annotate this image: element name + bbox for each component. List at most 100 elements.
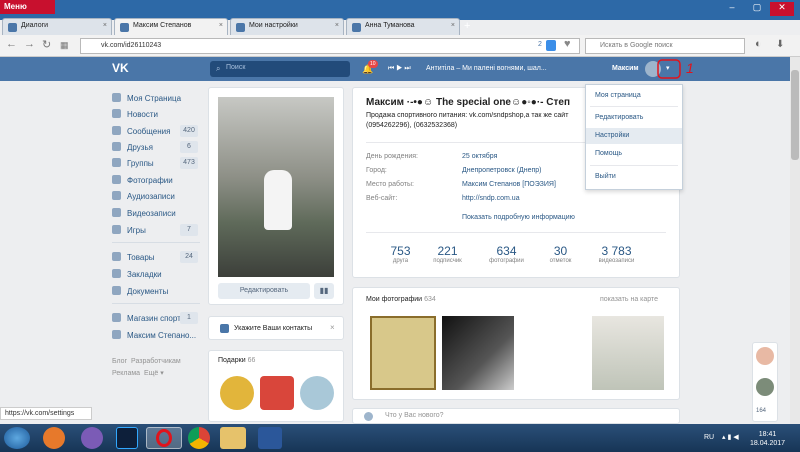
footer-links-2: Реклама Ещё ▾ bbox=[112, 370, 164, 377]
bag-icon bbox=[112, 252, 121, 261]
nav-my-page[interactable]: Моя Страница bbox=[112, 93, 181, 103]
start-button-icon[interactable] bbox=[4, 427, 30, 449]
friends-count: 6 bbox=[180, 141, 198, 153]
field-value-work[interactable]: Максим Степанов [ПОЭЗИЯ] bbox=[462, 181, 556, 188]
profile-status-line1[interactable]: Продажа спортивного питания: vk.com/sndp… bbox=[366, 112, 586, 119]
nav-photos[interactable]: Фотографии bbox=[112, 175, 173, 185]
footer-link-developers[interactable]: Разработчикам bbox=[131, 358, 181, 365]
gift-snowglobe-icon[interactable] bbox=[300, 376, 334, 410]
group-icon bbox=[112, 313, 121, 322]
field-label: Город: bbox=[366, 167, 387, 174]
menu-divider bbox=[590, 165, 678, 166]
stats-icon[interactable]: ▮▮ bbox=[314, 283, 334, 299]
chrome-taskbar-icon[interactable] bbox=[188, 427, 210, 449]
info-divider bbox=[366, 232, 666, 233]
footer-links: Блог Разработчикам bbox=[112, 358, 181, 365]
menu-item-logout[interactable]: Выйти bbox=[595, 173, 616, 180]
nav-friends[interactable]: Друзья bbox=[112, 142, 153, 152]
stat-tags[interactable]: 30 отметок bbox=[533, 244, 588, 264]
gift-box-icon[interactable] bbox=[260, 376, 294, 410]
chat-avatar-1[interactable] bbox=[756, 347, 774, 365]
language-indicator[interactable]: RU bbox=[704, 434, 714, 441]
nav-goods[interactable]: Товары bbox=[112, 252, 155, 262]
nav-shop-group[interactable]: Магазин спорт... bbox=[112, 313, 187, 323]
nav-label: Новости bbox=[127, 110, 158, 119]
nav-label: Сообщения bbox=[127, 127, 171, 136]
goods-count: 24 bbox=[180, 251, 198, 263]
nav-public-page[interactable]: Максим Степано... bbox=[112, 330, 196, 340]
stat-photos[interactable]: 634 фотографии bbox=[479, 244, 534, 264]
field-label: Место работы: bbox=[366, 181, 414, 188]
photo-thumbnail-quote[interactable] bbox=[592, 316, 664, 390]
gifts-label: Подарки bbox=[218, 357, 246, 364]
photo-thumbnail-einstein[interactable] bbox=[442, 316, 514, 390]
nav-audio[interactable]: Аудиозаписи bbox=[112, 191, 175, 201]
stat-number: 3 783 bbox=[601, 244, 632, 258]
menu-item-help[interactable]: Помощь bbox=[595, 150, 622, 157]
photoshop-taskbar-icon[interactable] bbox=[116, 427, 138, 449]
friends-icon bbox=[112, 142, 121, 151]
nav-label: Друзья bbox=[127, 143, 153, 152]
gifts-title[interactable]: Подарки 66 bbox=[218, 357, 255, 364]
star-icon bbox=[112, 269, 121, 278]
footer-link-blog[interactable]: Блог bbox=[112, 358, 127, 365]
clock-date: 18.04.2017 bbox=[750, 440, 786, 447]
field-value-birthday[interactable]: 25 октября bbox=[462, 153, 497, 160]
profile-name: Максим ·-•●☺ The special one☺●◦●·- Степ bbox=[366, 97, 570, 108]
show-more-info-link[interactable]: Показать подробную информацию bbox=[462, 214, 575, 221]
field-label: Веб-сайт: bbox=[366, 195, 398, 202]
online-count[interactable]: 164 bbox=[756, 408, 766, 414]
group-icon bbox=[112, 330, 121, 339]
stat-number: 634 bbox=[496, 244, 517, 258]
menu-item-my-page[interactable]: Моя страница bbox=[595, 92, 641, 99]
photo-thumbnail-certificate[interactable] bbox=[370, 316, 436, 390]
menu-item-settings[interactable]: Настройки bbox=[595, 132, 629, 139]
tray-icons[interactable]: ▴ ▮ ◀ bbox=[722, 433, 739, 441]
menu-item-edit[interactable]: Редактировать bbox=[595, 114, 643, 121]
profile-status-line2[interactable]: (0954262296), (0632532368) bbox=[366, 122, 457, 129]
footer-link-more[interactable]: Ещё bbox=[144, 370, 158, 377]
nav-label: Закладки bbox=[127, 270, 162, 279]
nav-video[interactable]: Видеозаписи bbox=[112, 208, 176, 218]
online-count-number: 164 bbox=[756, 408, 767, 414]
nav-news[interactable]: Новости bbox=[112, 109, 158, 119]
gift-23-icon[interactable] bbox=[220, 376, 254, 410]
stat-followers[interactable]: 221 подписчик bbox=[420, 244, 475, 264]
system-clock[interactable]: 18:41 18.04.2017 bbox=[750, 430, 785, 448]
scrollbar-thumb[interactable] bbox=[791, 70, 799, 160]
nav-bookmarks[interactable]: Закладки bbox=[112, 269, 162, 279]
nav-label: Аудиозаписи bbox=[127, 192, 175, 201]
word-taskbar-icon[interactable] bbox=[258, 427, 282, 449]
nav-label: Товары bbox=[127, 253, 155, 262]
stat-number: 30 bbox=[553, 244, 568, 258]
stat-videos[interactable]: 3 783 видеозаписи bbox=[589, 244, 644, 264]
field-value-city[interactable]: Днепропетровск (Днепр) bbox=[462, 167, 542, 174]
photos-title-label: Мои фотографии bbox=[366, 296, 423, 303]
news-icon bbox=[112, 109, 121, 118]
footer-link-ads[interactable]: Реклама bbox=[112, 370, 140, 377]
nav-messages[interactable]: Сообщения bbox=[112, 126, 170, 136]
photos-title[interactable]: Мои фотографии 634 bbox=[366, 296, 436, 303]
field-value-website[interactable]: http://sndp.com.ua bbox=[462, 195, 520, 202]
opera-logo-icon bbox=[156, 429, 172, 447]
gifts-count: 66 bbox=[247, 357, 256, 364]
nav-divider bbox=[112, 303, 200, 304]
profile-photo-figure bbox=[264, 170, 292, 230]
stat-label: видеозаписи bbox=[598, 258, 635, 264]
edit-profile-button[interactable]: Редактировать bbox=[218, 283, 310, 299]
music-icon bbox=[112, 191, 121, 200]
chat-avatar-2[interactable] bbox=[756, 378, 774, 396]
nav-label: Видеозаписи bbox=[127, 209, 176, 218]
close-icon[interactable]: × bbox=[330, 323, 335, 332]
stat-label: фотографии bbox=[489, 258, 524, 264]
nav-games[interactable]: Игры bbox=[112, 225, 146, 235]
home-icon bbox=[112, 93, 121, 102]
firefox-taskbar-icon[interactable] bbox=[43, 427, 65, 449]
groups-count: 473 bbox=[180, 157, 198, 169]
viber-taskbar-icon[interactable] bbox=[81, 427, 103, 449]
nav-documents[interactable]: Документы bbox=[112, 286, 168, 296]
nav-label: Игры bbox=[127, 226, 146, 235]
explorer-taskbar-icon[interactable] bbox=[220, 427, 246, 449]
nav-groups[interactable]: Группы bbox=[112, 158, 154, 168]
show-on-map-link[interactable]: показать на карте bbox=[600, 296, 658, 303]
